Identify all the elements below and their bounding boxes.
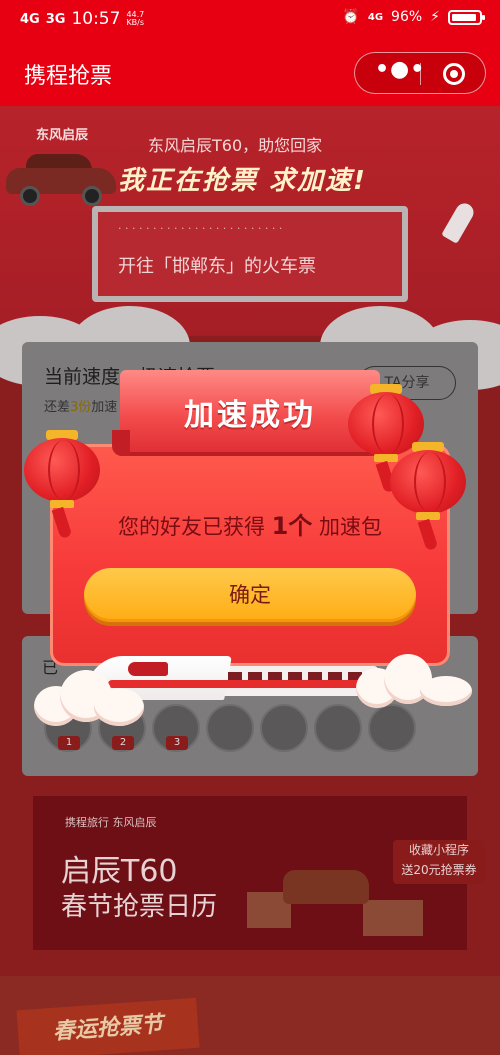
- lantern-icon: [390, 442, 466, 552]
- cloud-icon: [34, 670, 154, 730]
- more-dots-icon[interactable]: •●•: [375, 59, 424, 84]
- bottom-banner-title: 春运抢票节: [16, 997, 200, 1055]
- lantern-icon: [24, 430, 100, 540]
- modal-title: 加速成功: [184, 398, 316, 433]
- capsule-divider: [420, 63, 421, 85]
- status-left: 4G 3G 10:57 44.7 KB/s: [20, 9, 144, 29]
- brand-logo: 东风启辰: [36, 128, 89, 143]
- network-label-3: 4G: [367, 11, 384, 23]
- alarm-icon: ⏰: [342, 9, 360, 25]
- gift-box-icon: [363, 900, 423, 936]
- ad-headline: 启辰T60: [61, 854, 178, 889]
- cloud-icon: [356, 654, 476, 714]
- ticket-destination: 开往「邯郸东」的火车票: [118, 256, 316, 277]
- charging-icon: ⚡: [430, 9, 440, 25]
- network-speed: 44.7 KB/s: [126, 11, 144, 27]
- banner-subtitle: 东风启辰T60，助您回家: [148, 136, 323, 155]
- modal-header-scroll: 加速成功: [112, 370, 388, 456]
- avatar-rank: 1: [58, 736, 80, 750]
- rocket-icon: [441, 200, 477, 244]
- modal-message-count: 1个: [271, 512, 313, 540]
- badge-line-2: 送20元抢票券: [401, 863, 477, 877]
- top-banner: 东风启辰 东风启辰T60，助您回家 我正在抢票 求加速! · · · · · ·…: [0, 106, 500, 390]
- status-right: ⏰ 4G 96% ⚡: [342, 9, 485, 25]
- confirm-button[interactable]: 确定: [84, 568, 416, 622]
- collect-badge: 收藏小程序 送20元抢票券: [393, 840, 485, 884]
- status-bar: 4G 3G 10:57 44.7 KB/s ⏰ 4G 96% ⚡: [0, 0, 500, 38]
- nav-bar: 携程抢票 •●•: [0, 38, 500, 106]
- modal-message-prefix: 您的好友已获得: [117, 515, 265, 539]
- bottom-banner: 春运抢票节: [0, 976, 500, 1055]
- badge-line-1: 收藏小程序: [408, 843, 469, 857]
- modal-message-suffix: 加速包: [319, 515, 383, 539]
- network-label-1: 4G: [20, 11, 40, 27]
- avatar-rank: 2: [112, 736, 134, 750]
- ad-brand: 携程旅行 东风启辰: [65, 816, 157, 829]
- avatar-rank: 3: [166, 736, 188, 750]
- ticket-header: · · · · · · · · · · · · · · · · · · · · …: [118, 222, 283, 235]
- network-label-2: 3G: [45, 11, 66, 27]
- battery-percent: 96%: [391, 9, 423, 25]
- target-icon[interactable]: [443, 63, 465, 85]
- page-title: 携程抢票: [24, 64, 113, 89]
- ticket-card: · · · · · · · · · · · · · · · · · · · · …: [92, 206, 408, 302]
- status-time: 10:57: [71, 9, 121, 29]
- speed-success-modal: 您的好友已获得 1个 加速包 确定 加速成功: [20, 370, 480, 730]
- speed-unit: KB/s: [126, 18, 145, 27]
- miniprogram-capsule: •●•: [354, 52, 486, 94]
- car-image: [6, 150, 116, 206]
- ad-subheadline: 春节抢票日历: [61, 892, 218, 922]
- car-image: [283, 870, 369, 904]
- ad-banner[interactable]: 携程旅行 东风启辰 启辰T60 春节抢票日历 收藏小程序 送20元抢票券: [33, 796, 485, 950]
- battery-icon: [448, 9, 485, 25]
- banner-title: 我正在抢票 求加速!: [118, 166, 367, 196]
